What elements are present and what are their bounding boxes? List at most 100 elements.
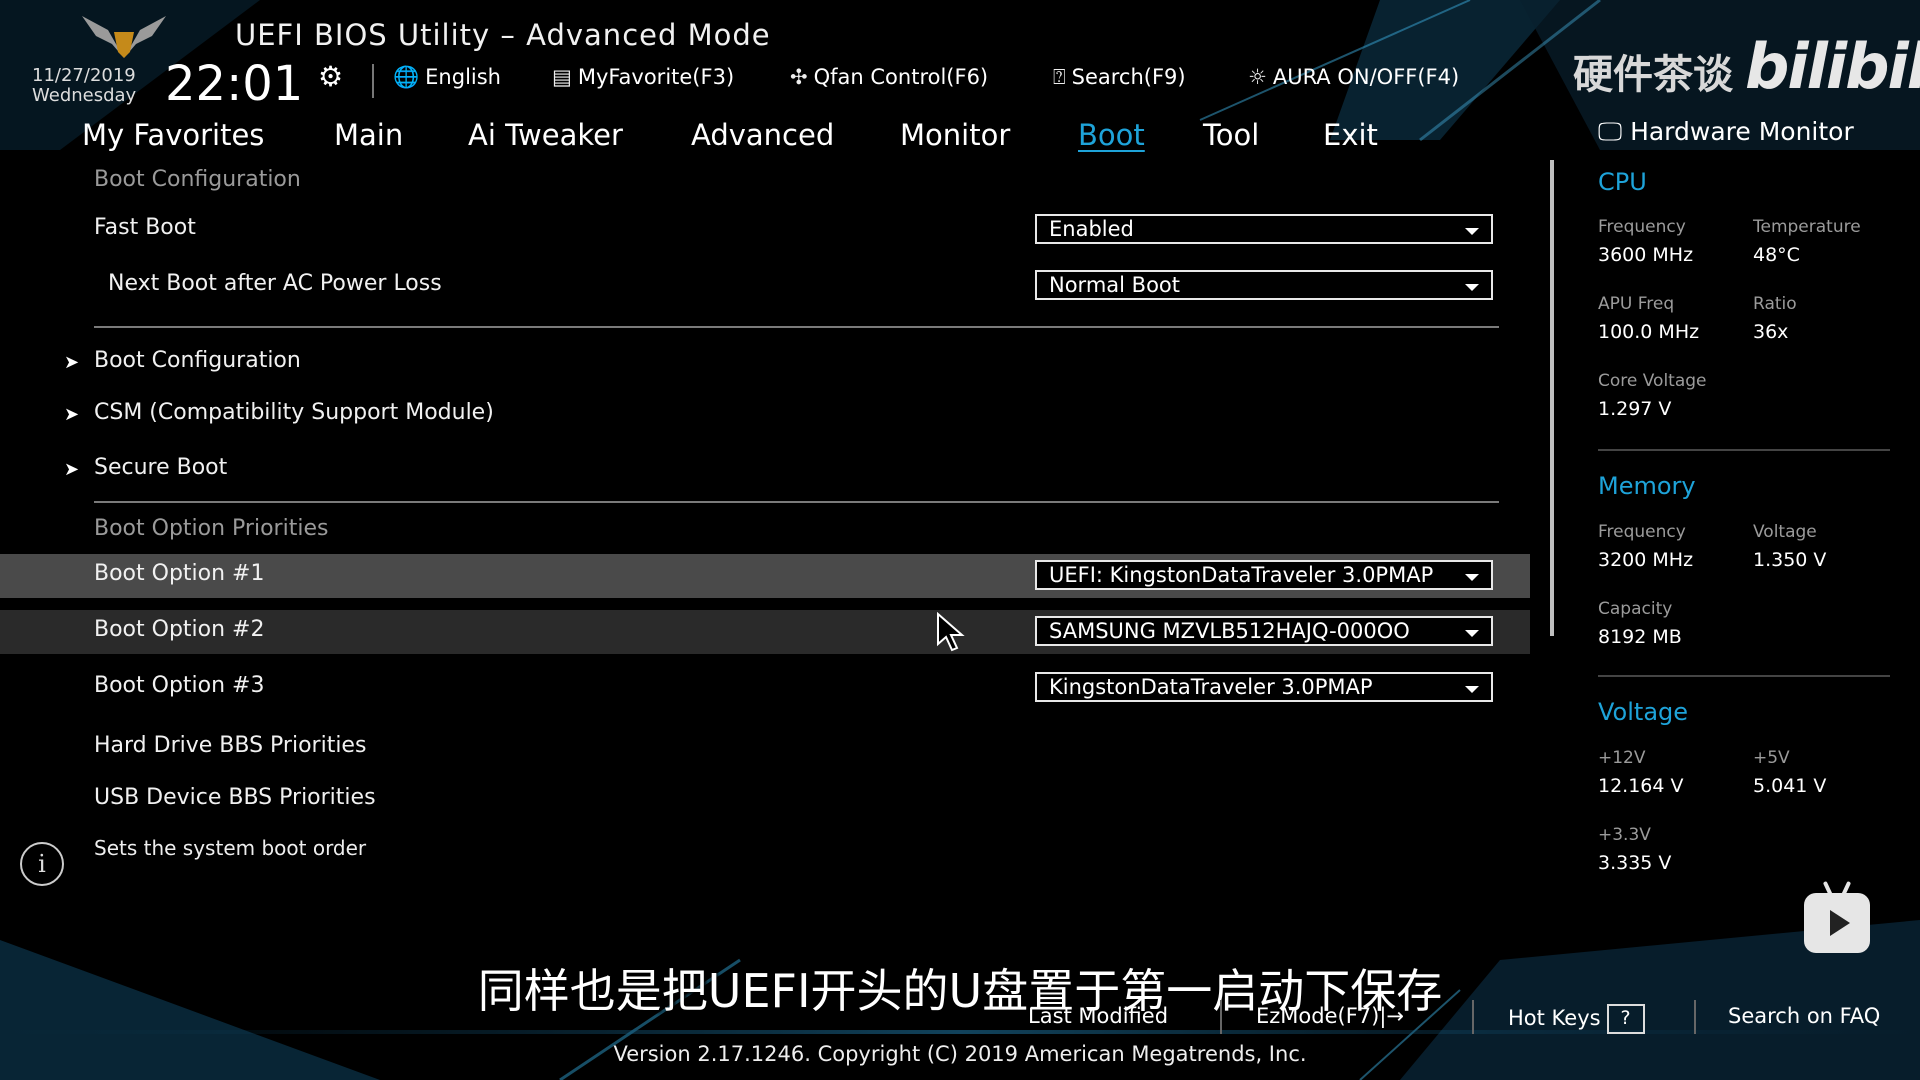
favorite-list-icon: ▤ [552, 65, 572, 89]
app-title: UEFI BIOS Utility – Advanced Mode [235, 18, 771, 52]
section-boot-option-priorities: Boot Option Priorities [94, 516, 329, 541]
hw-cpu-frequency: 3600 MHz [1598, 244, 1694, 266]
boot-option-2-label: Boot Option #2 [94, 617, 265, 642]
submenu-secure-boot[interactable]: Secure Boot [94, 455, 227, 480]
boot-option-3-value: KingstonDataTraveler 3.0PMAP [1049, 675, 1373, 699]
fast-boot-label: Fast Boot [94, 215, 196, 240]
monitor-icon: 🖵 [1598, 117, 1623, 146]
submenu-boot-configuration[interactable]: Boot Configuration [94, 348, 301, 373]
boot-option-1-select[interactable]: UEFI: KingstonDataTraveler 3.0PMAP [1035, 560, 1493, 590]
footer-divider [1472, 1000, 1474, 1034]
hw-capacity: 8192 MB [1598, 626, 1682, 648]
next-boot-label: Next Boot after AC Power Loss [108, 271, 442, 296]
hw-12v-label: +12V [1598, 748, 1646, 768]
hot-keys-button[interactable]: Hot Keys? [1508, 1004, 1645, 1034]
gear-icon[interactable]: ⚙ [318, 60, 343, 93]
hw-voltage-title: Voltage [1598, 698, 1689, 726]
hw-ratio: 36x [1753, 321, 1789, 343]
video-play-icon[interactable] [1804, 880, 1870, 953]
date-text: 11/27/2019 [32, 65, 136, 86]
fast-boot-select[interactable]: Enabled [1035, 214, 1493, 244]
last-modified-button[interactable]: Last Modified [1028, 1004, 1168, 1028]
divider [94, 501, 1499, 503]
language-label: English [425, 65, 501, 89]
version-copyright: Version 2.17.1246. Copyright (C) 2019 Am… [613, 1042, 1307, 1066]
hw-33v-label: +3.3V [1598, 825, 1651, 845]
tab-monitor[interactable]: Monitor [900, 118, 1010, 152]
chevron-right-icon: ➤ [64, 404, 80, 425]
hw-divider [1598, 675, 1890, 677]
submenu-csm[interactable]: CSM (Compatibility Support Module) [94, 400, 494, 425]
help-key-icon: ? [1606, 1004, 1645, 1034]
chevron-right-icon: ➤ [64, 352, 80, 373]
hw-5v: 5.041 V [1753, 775, 1827, 797]
ezmode-button[interactable]: EzMode(F7)|→ [1256, 1004, 1404, 1028]
hw-core-voltage-label: Core Voltage [1598, 371, 1707, 391]
boot-option-2-value: SAMSUNG MZVLB512HAJQ-000OO [1049, 619, 1410, 643]
hw-cpu-temperature: 48°C [1753, 244, 1800, 266]
search-label: Search(F9) [1071, 65, 1186, 89]
weekday-text: Wednesday [32, 85, 137, 106]
qfan-control-button[interactable]: ✣ Qfan Control(F6) [790, 65, 988, 89]
hw-cpu-title: CPU [1598, 168, 1647, 196]
language-button[interactable]: 🌐 English [393, 65, 501, 90]
hw-core-voltage: 1.297 V [1598, 398, 1672, 420]
mouse-cursor-icon [937, 612, 965, 652]
tab-main[interactable]: Main [334, 118, 403, 152]
hw-mem-frequency-label: Frequency [1598, 522, 1686, 542]
aura-light-icon: ☼ [1248, 65, 1267, 89]
divider [94, 326, 1499, 328]
hot-keys-label: Hot Keys [1508, 1006, 1601, 1030]
hw-ratio-label: Ratio [1753, 294, 1797, 314]
myfavorite-label: MyFavorite(F3) [577, 65, 735, 89]
chevron-down-icon [1465, 228, 1479, 235]
qfan-label: Qfan Control(F6) [813, 65, 989, 89]
fan-icon: ✣ [790, 65, 808, 89]
hw-memory-title: Memory [1598, 472, 1696, 500]
tab-my-favorites[interactable]: My Favorites [82, 118, 264, 152]
footer-divider [1220, 1000, 1222, 1034]
chevron-right-icon: ➤ [64, 459, 80, 480]
section-boot-configuration: Boot Configuration [94, 167, 301, 192]
bilibili-logo: bilibili [1745, 30, 1920, 103]
hardware-monitor-title: 🖵 Hardware Monitor [1598, 117, 1854, 147]
myfavorite-button[interactable]: ▤ MyFavorite(F3) [552, 65, 734, 89]
boot-option-2-select[interactable]: SAMSUNG MZVLB512HAJQ-000OO [1035, 616, 1493, 646]
search-button[interactable]: ⍰ Search(F9) [1053, 65, 1186, 90]
next-boot-select[interactable]: Normal Boot [1035, 270, 1493, 300]
tuf-logo [82, 16, 166, 58]
search-faq-button[interactable]: Search on FAQ [1728, 1004, 1880, 1028]
usb-device-bbs-priorities[interactable]: USB Device BBS Priorities [94, 785, 376, 805]
chevron-down-icon [1465, 284, 1479, 291]
info-icon: i [20, 842, 64, 886]
tab-tool[interactable]: Tool [1203, 118, 1259, 152]
date-display: 11/27/2019 Wednesday [32, 66, 136, 106]
fast-boot-value: Enabled [1049, 217, 1134, 241]
boot-option-1-label: Boot Option #1 [94, 561, 265, 586]
hw-mem-frequency: 3200 MHz [1598, 549, 1694, 571]
hw-mem-voltage-label: Voltage [1753, 522, 1817, 542]
boot-option-3-label: Boot Option #3 [94, 673, 265, 698]
globe-icon: 🌐 [393, 65, 420, 89]
hw-apu-freq: 100.0 MHz [1598, 321, 1700, 343]
scrollbar[interactable] [1550, 160, 1554, 636]
chevron-down-icon [1465, 574, 1479, 581]
chevron-down-icon [1465, 686, 1479, 693]
search-help-icon: ⍰ [1053, 65, 1066, 89]
boot-option-3-select[interactable]: KingstonDataTraveler 3.0PMAP [1035, 672, 1493, 702]
tab-exit[interactable]: Exit [1323, 118, 1378, 152]
hard-drive-bbs-priorities[interactable]: Hard Drive BBS Priorities [94, 733, 366, 758]
tab-ai-tweaker[interactable]: Ai Tweaker [468, 118, 623, 152]
hw-mem-voltage: 1.350 V [1753, 549, 1827, 571]
channel-watermark: 硬件茶谈 [1573, 52, 1733, 98]
header-divider [372, 64, 374, 98]
hardware-monitor-label: Hardware Monitor [1630, 117, 1854, 146]
clock-time: 22:01 [165, 56, 304, 112]
next-boot-value: Normal Boot [1049, 273, 1180, 297]
hw-cpu-frequency-label: Frequency [1598, 217, 1686, 237]
tab-boot[interactable]: Boot [1078, 118, 1145, 152]
tab-advanced[interactable]: Advanced [691, 118, 834, 152]
hw-apu-freq-label: APU Freq [1598, 294, 1675, 314]
hw-capacity-label: Capacity [1598, 599, 1673, 619]
aura-toggle-button[interactable]: ☼ AURA ON/OFF(F4) [1248, 65, 1459, 89]
